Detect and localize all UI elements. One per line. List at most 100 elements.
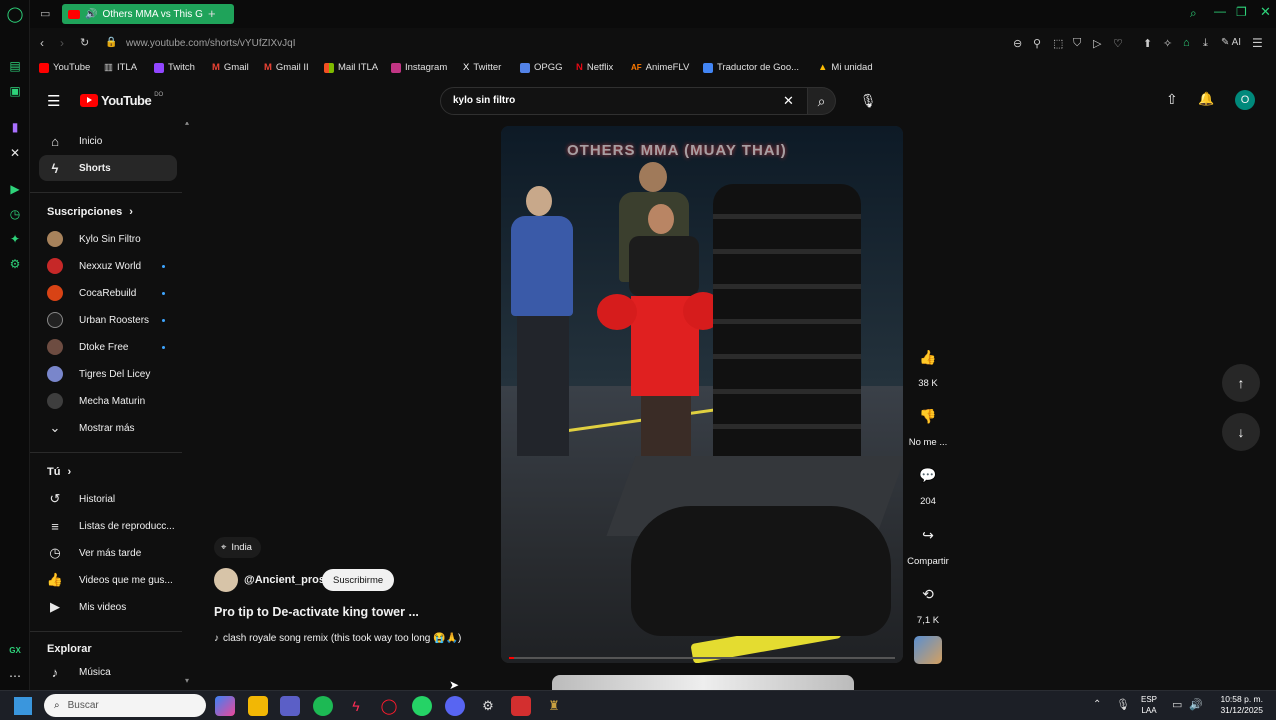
share-button[interactable]: ↪ Compartir <box>906 518 950 568</box>
lock-icon[interactable]: 🔒 <box>105 37 117 48</box>
search-button[interactable]: ⌕ <box>808 87 836 115</box>
search-input[interactable] <box>453 95 753 106</box>
new-tab-icon[interactable]: + <box>208 6 216 21</box>
scroll-down-icon[interactable]: ▾ <box>185 676 189 685</box>
back-icon[interactable]: ‹ <box>40 36 44 50</box>
subscription-nexxuz[interactable]: Nexxuz World <box>39 253 177 279</box>
subscription-kylo[interactable]: Kylo Sin Filtro <box>39 226 177 252</box>
discord-icon[interactable] <box>445 696 465 716</box>
pin-icon[interactable]: ⚲ <box>1033 37 1041 50</box>
vpn-icon[interactable]: ⬆ <box>1143 37 1152 50</box>
remix-button[interactable]: ⟲ 7,1 K <box>906 577 950 627</box>
close-window-icon[interactable]: ✕ <box>1260 4 1271 20</box>
forward-icon[interactable]: › <box>60 36 64 50</box>
sidebar-item-liked[interactable]: 👍 Videos que me gus... <box>39 567 177 593</box>
subscriptions-heading[interactable]: Suscripciones › <box>47 206 133 218</box>
microphone-tray-icon[interactable]: 🎙 <box>1116 698 1130 711</box>
download-icon[interactable]: ⤓ <box>1203 37 1208 50</box>
next-short-preview[interactable] <box>552 675 854 690</box>
sound-thumbnail[interactable] <box>914 636 942 664</box>
next-short-button[interactable]: ↓ <box>1222 413 1260 451</box>
short-video-player[interactable]: OTHERS MMA (MUAY THAI) <box>501 126 903 663</box>
steam-icon[interactable]: ⚙ <box>478 696 498 716</box>
opera-app-icon[interactable]: ◯ <box>379 696 399 716</box>
whatsapp-icon[interactable] <box>412 696 432 716</box>
upload-icon[interactable]: ⇧ <box>1166 91 1178 108</box>
shield-icon[interactable]: ⛉ <box>1073 37 1081 50</box>
snapshot-icon[interactable]: ⬚ <box>1053 37 1063 50</box>
subscribe-button[interactable]: Suscribirme <box>322 569 395 591</box>
account-avatar[interactable]: O <box>1235 90 1255 110</box>
league-icon[interactable]: ♜ <box>544 696 564 716</box>
subscription-tigres[interactable]: Tigres Del Licey <box>39 361 177 387</box>
youtube-logo[interactable]: YouTube DO <box>80 92 163 108</box>
bookmark-translator[interactable]: Traductor de Goo... <box>703 62 799 73</box>
sidebar-item-shorts[interactable]: ϟ Shorts <box>39 155 177 181</box>
sidebar-item-inicio[interactable]: ⌂ Inicio <box>39 128 177 154</box>
wallet-icon[interactable]: ▤ <box>7 58 23 74</box>
reload-icon[interactable]: ↻ <box>80 36 89 49</box>
sidebar-item-playlists[interactable]: ≡ Listas de reproducc... <box>39 513 177 539</box>
dislike-button[interactable]: 👎 No me ... <box>906 399 950 449</box>
speaker-icon[interactable]: 🔊 <box>85 9 97 20</box>
bookmark-drive[interactable]: ▲ Mi unidad <box>818 62 873 73</box>
file-explorer-icon[interactable] <box>248 696 268 716</box>
voice-search-button[interactable]: 🎙 <box>850 87 886 115</box>
bookmark-gmail-ii[interactable]: M Gmail II <box>264 62 309 73</box>
search-tabs-icon[interactable]: ⌕ <box>1190 6 1197 21</box>
sidebar-item-history[interactable]: ↺ Historial <box>39 486 177 512</box>
bookmark-itla[interactable]: ▥ ITLA <box>104 62 137 73</box>
show-hidden-icons-icon[interactable]: ⌃ <box>1093 699 1101 710</box>
player-icon[interactable]: ▶ <box>7 181 23 197</box>
ai-button[interactable]: ✎ AI <box>1221 37 1241 48</box>
subscription-dtoke[interactable]: Dtoke Free <box>39 334 177 360</box>
play-icon[interactable]: ▷ <box>1093 37 1101 50</box>
teams-icon[interactable] <box>280 696 300 716</box>
x-icon[interactable]: ✕ <box>7 145 23 161</box>
minimize-icon[interactable]: — <box>1214 4 1226 18</box>
like-button[interactable]: 👍 38 K <box>906 340 950 390</box>
maps-icon[interactable]: ▣ <box>7 83 23 99</box>
scroll-up-icon[interactable]: ▴ <box>185 122 189 127</box>
short-title[interactable]: Pro tip to De-activate king tower ... <box>214 605 419 619</box>
network-icon[interactable]: ▭ <box>1172 698 1182 711</box>
show-more-button[interactable]: ⌄ Mostrar más <box>39 415 177 441</box>
settings-icon[interactable]: ⚙ <box>7 256 23 272</box>
twitch-icon[interactable]: ▮ <box>7 119 23 135</box>
music-info[interactable]: ♪ clash royale song remix (this took way… <box>214 633 461 644</box>
subscription-cocarebuild[interactable]: CocaRebuild <box>39 280 177 306</box>
language-indicator[interactable]: ESP LAA <box>1141 694 1157 716</box>
comments-button[interactable]: 💬 204 <box>906 458 950 508</box>
location-chip[interactable]: ⌖ India <box>214 537 261 558</box>
zoom-icon[interactable]: ⊖ <box>1013 37 1022 50</box>
sidebar-item-music[interactable]: ♪ Música <box>39 659 177 685</box>
bookmark-mail-itla[interactable]: Mail ITLA <box>324 62 378 73</box>
bookmark-netflix[interactable]: N Netflix <box>576 62 613 73</box>
hamburger-menu-icon[interactable]: ☰ <box>47 92 60 110</box>
channel-name[interactable]: @Ancient_pros <box>244 574 325 586</box>
tab-search-icon[interactable]: ▭ <box>40 7 50 20</box>
sidebar-item-my-videos[interactable]: ▶ Mis videos <box>39 594 177 620</box>
extensions-puzzle-icon[interactable]: ✧ <box>1163 37 1172 50</box>
windows-start-icon[interactable] <box>14 697 32 715</box>
search-box[interactable]: ✕ <box>440 87 808 115</box>
bookmark-animeflv[interactable]: AF AnimeFLV <box>631 62 689 73</box>
heart-icon[interactable]: ♡ <box>1113 37 1123 50</box>
clock[interactable]: 10:58 p. m. 31/12/2025 <box>1207 694 1263 716</box>
menu-icon[interactable]: ☰ <box>1252 36 1263 50</box>
volume-icon[interactable]: 🔊 <box>1189 698 1203 711</box>
opera-logo-icon[interactable]: ◯ <box>7 6 24 23</box>
gx-corner-icon[interactable]: ⌂ <box>1183 37 1190 49</box>
sidebar-item-watch-later[interactable]: ◷ Ver más tarde <box>39 540 177 566</box>
bookmark-opgg[interactable]: OPGG <box>520 62 563 73</box>
clear-search-icon[interactable]: ✕ <box>783 93 794 109</box>
app-lightning-icon[interactable]: ϟ <box>346 696 366 716</box>
extensions-icon[interactable]: ✦ <box>7 231 23 247</box>
bookmark-gmail[interactable]: M Gmail <box>212 62 249 73</box>
subscription-urban-roosters[interactable]: Urban Roosters <box>39 307 177 333</box>
copilot-app-icon[interactable] <box>215 696 235 716</box>
subscription-mecha[interactable]: Mecha Maturin <box>39 388 177 414</box>
spotify-icon[interactable] <box>313 696 333 716</box>
video-progress-track[interactable] <box>509 657 895 659</box>
gx-icon[interactable]: GX <box>7 642 23 658</box>
